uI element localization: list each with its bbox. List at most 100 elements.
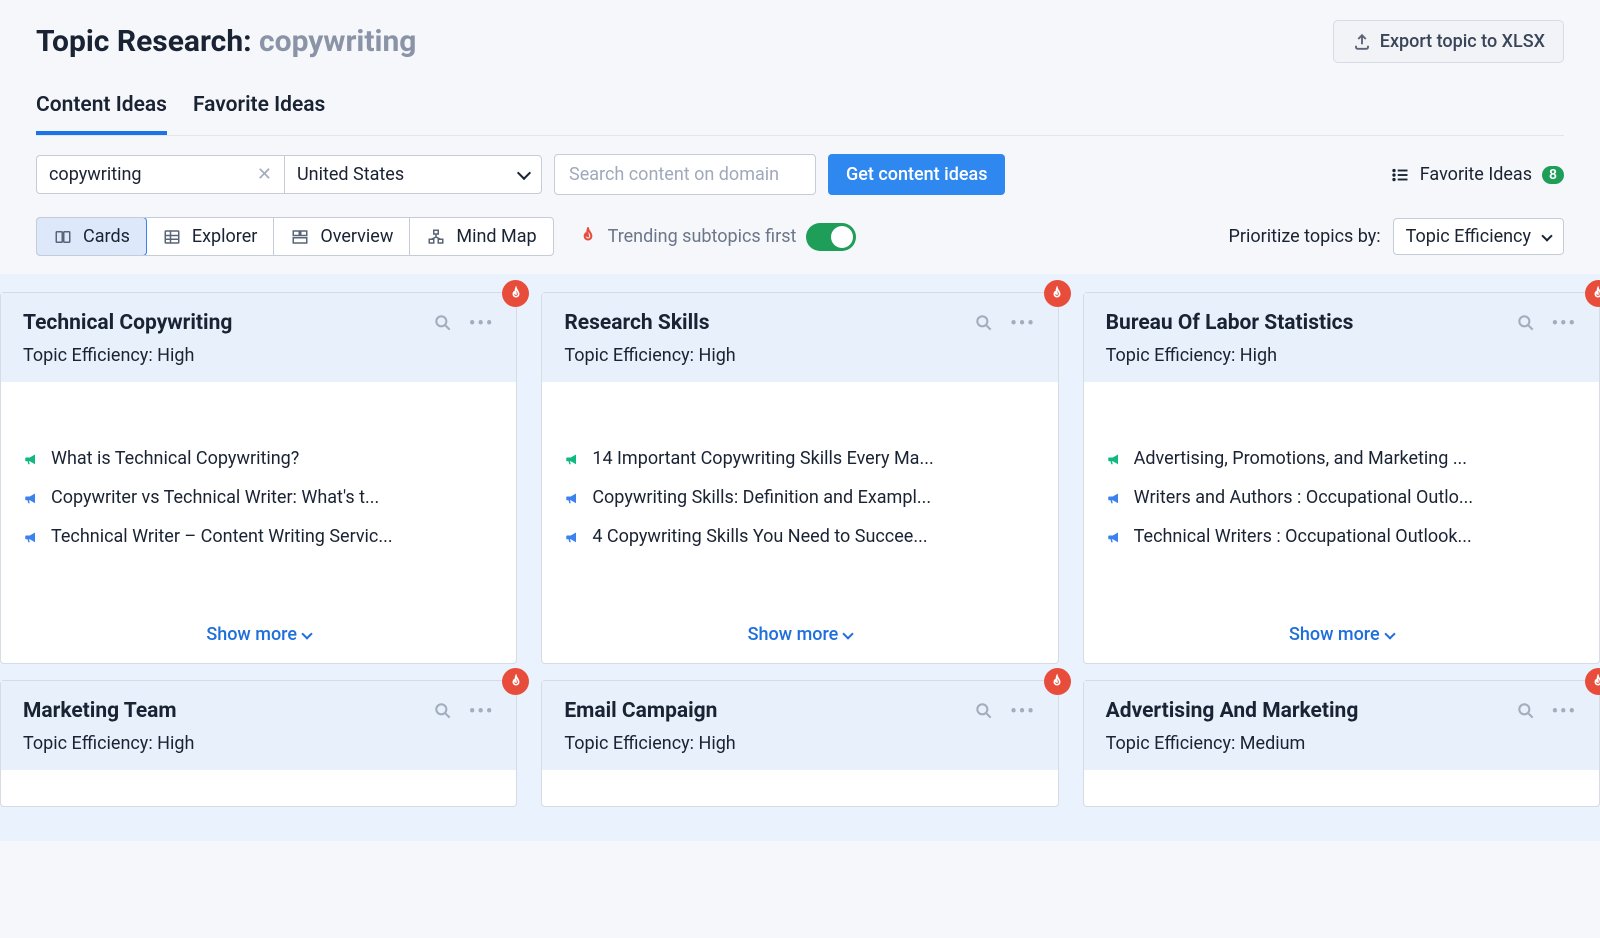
export-button[interactable]: Export topic to XLSX: [1333, 20, 1564, 63]
tab-content-ideas[interactable]: Content Ideas: [36, 93, 167, 135]
card-item[interactable]: 4 Copywriting Skills You Need to Succee.…: [564, 526, 1035, 547]
megaphone-icon: [1106, 450, 1124, 468]
card-item[interactable]: Advertising, Promotions, and Marketing .…: [1106, 448, 1577, 469]
megaphone-icon: [564, 489, 582, 507]
card-item-text: 14 Important Copywriting Skills Every Ma…: [592, 448, 933, 469]
show-more-link[interactable]: Show more: [1084, 612, 1599, 663]
fire-icon: [578, 227, 598, 247]
search-icon[interactable]: [1516, 313, 1536, 333]
more-icon[interactable]: •••: [1010, 313, 1035, 334]
topic-input-value: copywriting: [49, 164, 142, 185]
card-item[interactable]: 14 Important Copywriting Skills Every Ma…: [564, 448, 1035, 469]
more-icon[interactable]: •••: [1010, 701, 1035, 722]
get-content-ideas-button[interactable]: Get content ideas: [828, 154, 1005, 195]
card-item[interactable]: Copywriter vs Technical Writer: What's t…: [23, 487, 494, 508]
domain-search-placeholder: Search content on domain: [569, 164, 779, 185]
chevron-down-icon: [301, 628, 312, 639]
view-overview[interactable]: Overview: [274, 218, 410, 255]
card-body: What is Technical Copywriting? Copywriter…: [1, 382, 516, 612]
card-efficiency: Topic Efficiency: Medium: [1106, 733, 1577, 754]
clear-icon[interactable]: ✕: [257, 164, 272, 185]
list-icon: [1390, 166, 1410, 184]
view-mindmap-label: Mind Map: [456, 226, 536, 247]
topic-card: Advertising And Marketing ••• Topic Effici…: [1083, 680, 1600, 807]
search-icon[interactable]: [974, 313, 994, 333]
card-efficiency: Topic Efficiency: High: [23, 733, 494, 754]
card-item-text: Technical Writer – Content Writing Servi…: [51, 526, 393, 547]
search-icon[interactable]: [1516, 701, 1536, 721]
card-item-text: Technical Writers : Occupational Outlook…: [1134, 526, 1472, 547]
search-icon[interactable]: [433, 701, 453, 721]
tab-favorite-ideas[interactable]: Favorite Ideas: [193, 93, 325, 135]
topic-card: Marketing Team ••• Topic Efficiency: High: [0, 680, 517, 807]
topic-card: Research Skills•••Topic Efficiency: High…: [541, 292, 1058, 664]
card-header: Research Skills•••Topic Efficiency: High: [542, 293, 1057, 382]
card-header: Advertising And Marketing ••• Topic Effici…: [1084, 681, 1599, 770]
cards-icon: [53, 228, 73, 246]
card-body: [542, 770, 1057, 806]
trending-badge: [502, 280, 529, 307]
card-title: Technical Copywriting: [23, 311, 232, 335]
domain-search-input[interactable]: Search content on domain: [554, 154, 816, 195]
card-item[interactable]: What is Technical Copywriting?: [23, 448, 494, 469]
view-mind-map[interactable]: Mind Map: [410, 218, 552, 255]
more-icon[interactable]: •••: [1552, 313, 1577, 334]
more-icon[interactable]: •••: [469, 701, 494, 722]
trending-badge: [502, 668, 529, 695]
show-more-link[interactable]: Show more: [542, 612, 1057, 663]
card-header: Technical Copywriting ••• Topic Efficiency…: [1, 293, 516, 382]
mindmap-icon: [426, 228, 446, 246]
card-title: Marketing Team: [23, 699, 177, 723]
topic-input[interactable]: copywriting ✕: [36, 155, 284, 194]
card-item[interactable]: Writers and Authors : Occupational Outlo…: [1106, 487, 1577, 508]
view-explorer-label: Explorer: [192, 226, 258, 247]
prioritize-value: Topic Efficiency: [1406, 226, 1531, 247]
trending-badge: [1044, 668, 1071, 695]
card-item-text: 4 Copywriting Skills You Need to Succee.…: [592, 526, 927, 547]
show-more-link[interactable]: Show more: [1, 612, 516, 663]
country-select[interactable]: United States: [284, 155, 542, 194]
more-icon[interactable]: •••: [469, 313, 494, 334]
card-efficiency: Topic Efficiency: High: [23, 345, 494, 366]
card-body: [1084, 770, 1599, 806]
card-item[interactable]: Technical Writers : Occupational Outlook…: [1106, 526, 1577, 547]
view-overview-label: Overview: [320, 226, 393, 247]
card-title: Research Skills: [564, 311, 709, 335]
export-button-label: Export topic to XLSX: [1380, 31, 1545, 52]
card-efficiency: Topic Efficiency: High: [1106, 345, 1577, 366]
search-icon[interactable]: [974, 701, 994, 721]
favorite-ideas-link[interactable]: Favorite Ideas 8: [1390, 164, 1564, 185]
view-explorer[interactable]: Explorer: [146, 218, 275, 255]
megaphone-icon: [23, 528, 41, 546]
card-item[interactable]: Technical Writer – Content Writing Servi…: [23, 526, 494, 547]
view-cards[interactable]: Cards: [36, 217, 147, 256]
card-item-text: Copywriter vs Technical Writer: What's t…: [51, 487, 379, 508]
switch-knob: [831, 226, 853, 248]
chevron-down-icon: [1384, 628, 1395, 639]
megaphone-icon: [1106, 489, 1124, 507]
card-body: Advertising, Promotions, and Marketing .…: [1084, 382, 1599, 612]
view-cards-label: Cards: [83, 226, 130, 247]
card-item[interactable]: Copywriting Skills: Definition and Examp…: [564, 487, 1035, 508]
megaphone-icon: [564, 528, 582, 546]
prioritize-dropdown[interactable]: Topic Efficiency: [1393, 218, 1564, 255]
search-icon[interactable]: [433, 313, 453, 333]
card-item-text: Advertising, Promotions, and Marketing .…: [1134, 448, 1467, 469]
prioritize-label: Prioritize topics by:: [1229, 226, 1381, 247]
card-item-text: Writers and Authors : Occupational Outlo…: [1134, 487, 1473, 508]
card-title: Advertising And Marketing: [1106, 699, 1359, 723]
favorite-ideas-count: 8: [1542, 166, 1564, 184]
trending-toggle[interactable]: [806, 223, 856, 251]
card-title: Bureau Of Labor Statistics: [1106, 311, 1354, 335]
more-icon[interactable]: •••: [1552, 701, 1577, 722]
chevron-down-icon: [1541, 230, 1552, 241]
card-efficiency: Topic Efficiency: High: [564, 733, 1035, 754]
page-title-topic: copywriting: [259, 24, 416, 59]
overview-icon: [290, 228, 310, 246]
card-header: Bureau Of Labor Statistics ••• Topic Effic…: [1084, 293, 1599, 382]
favorite-ideas-label: Favorite Ideas: [1420, 164, 1532, 185]
trending-label: Trending subtopics first: [608, 226, 797, 247]
view-mode-segmented: Cards Explorer Overview: [36, 217, 554, 256]
chevron-down-icon: [517, 165, 531, 179]
megaphone-icon: [23, 489, 41, 507]
